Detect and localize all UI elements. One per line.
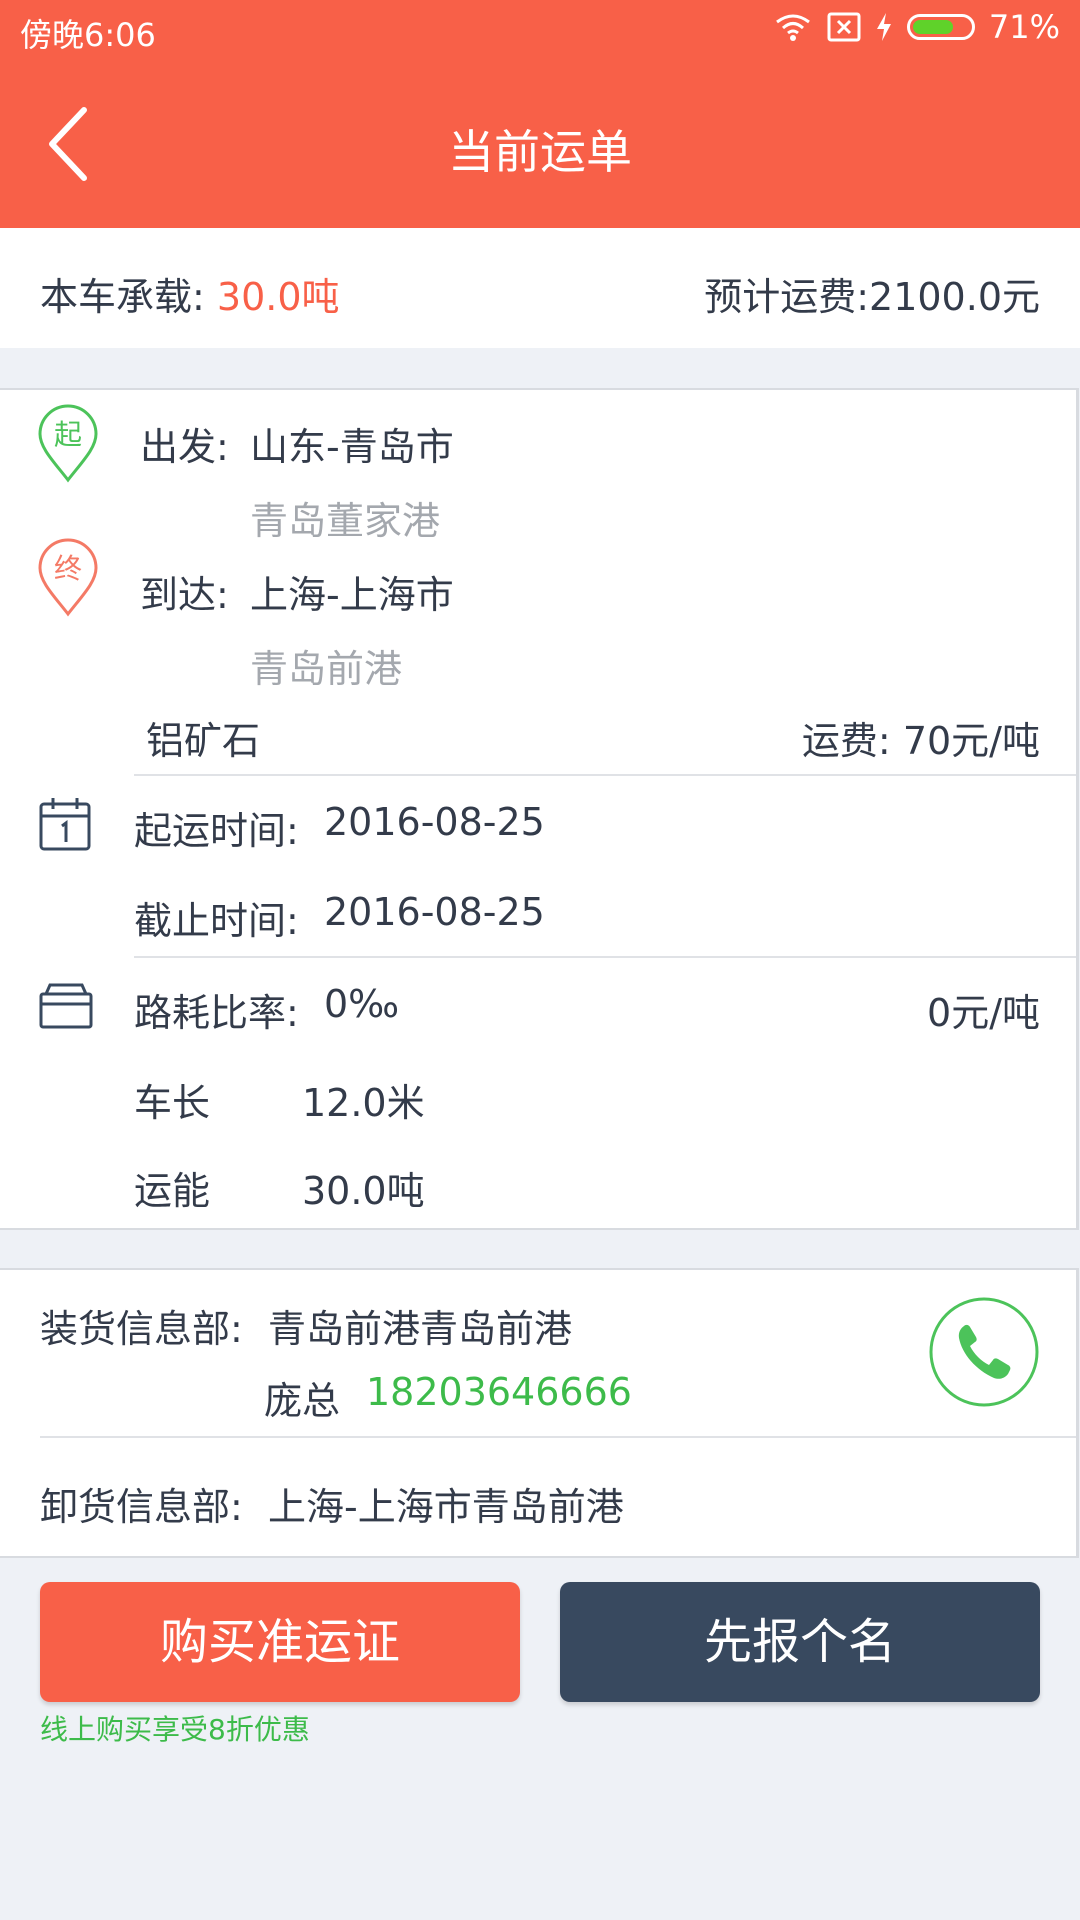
nav-bar: 当前运单: [0, 60, 1080, 228]
start-time-label: 起运时间:: [134, 809, 299, 853]
promo-text: 线上购买享受8折优惠: [40, 1713, 310, 1746]
calendar-icon: [39, 798, 91, 851]
charging-icon: [876, 13, 891, 41]
battery-percent: 71%: [988, 8, 1060, 46]
rate-label: 运费:: [801, 719, 891, 763]
status-time: 傍晚6:06: [20, 16, 156, 54]
divider: [134, 956, 1076, 958]
depart-place: 青岛董家港: [250, 499, 441, 543]
loss-rate-value: 0‰: [324, 982, 400, 1026]
cargo-box-icon: [39, 983, 93, 1029]
end-marker-text: 终: [54, 552, 82, 585]
start-location-icon: 起: [38, 404, 98, 483]
buy-permit-button[interactable]: 购买准运证: [40, 1582, 520, 1702]
battery-icon: [906, 14, 975, 40]
contact-phone[interactable]: 18203646666: [366, 1370, 632, 1414]
arrive-place: 青岛前港: [250, 647, 403, 691]
end-time-value: 2016-08-25: [324, 890, 545, 934]
summary-bar: 本车承载: 30.0吨 预计运费:2100.0元: [0, 228, 1080, 348]
arrive-label: 到达:: [140, 573, 229, 617]
end-time-label: 截止时间:: [134, 899, 299, 943]
rate-value: 70元/吨: [902, 719, 1040, 763]
rate: 运费: 70元/吨: [802, 710, 1040, 765]
unloading-dept-label: 卸货信息部:: [40, 1485, 243, 1529]
wifi-icon: [775, 14, 810, 41]
page-title: 当前运单: [448, 125, 632, 179]
battery-fill: [912, 20, 953, 34]
arrive-city: 上海-上海市: [250, 573, 454, 617]
contacts-card: 装货信息部: 青岛前港青岛前港 庞总 18203646666 卸货信息部: 上海…: [0, 1268, 1079, 1558]
vehicle-length-label: 车长: [134, 1081, 211, 1125]
loading-dept-label: 装货信息部:: [40, 1307, 243, 1351]
start-time-value: 2016-08-25: [324, 800, 545, 844]
depart-label: 出发:: [140, 425, 229, 469]
phone-call-icon[interactable]: [928, 1296, 1040, 1408]
freight-label: 预计运费:: [704, 275, 870, 319]
capacity-label: 本车承载:: [40, 275, 205, 319]
loss-price: 0元/吨: [927, 991, 1040, 1035]
loss-rate-label: 路耗比率:: [134, 991, 299, 1035]
contact-name: 庞总: [264, 1379, 341, 1423]
vehicle-capacity-value: 30.0吨: [302, 1169, 425, 1213]
no-sim-icon: [827, 12, 861, 42]
unloading-dept-value: 上海-上海市青岛前港: [268, 1485, 624, 1529]
depart-city: 山东-青岛市: [250, 425, 454, 469]
vehicle-length-value: 12.0米: [302, 1081, 425, 1125]
status-icons: 71%: [773, 8, 1060, 46]
divider: [40, 1436, 1076, 1438]
vehicle-capacity-label: 运能: [134, 1169, 211, 1213]
freight-value: 2100.0元: [869, 275, 1040, 319]
freight-summary: 预计运费:2100.0元: [704, 266, 1040, 321]
capacity-value: 30.0吨: [216, 275, 340, 319]
start-marker-text: 起: [54, 418, 82, 451]
capacity-summary: 本车承载: 30.0吨: [40, 266, 340, 321]
order-details-card: 起 出发: 山东-青岛市 青岛董家港 终 到达: 上海-上海市 青岛前港 铝矿石…: [0, 388, 1079, 1230]
sign-up-button[interactable]: 先报个名: [560, 1582, 1040, 1702]
loading-dept-value: 青岛前港青岛前港: [268, 1307, 573, 1351]
divider: [134, 774, 1076, 776]
status-bar: 傍晚6:06 71%: [0, 0, 1080, 60]
end-location-icon: 终: [38, 538, 98, 617]
cargo-type: 铝矿石: [146, 719, 261, 763]
